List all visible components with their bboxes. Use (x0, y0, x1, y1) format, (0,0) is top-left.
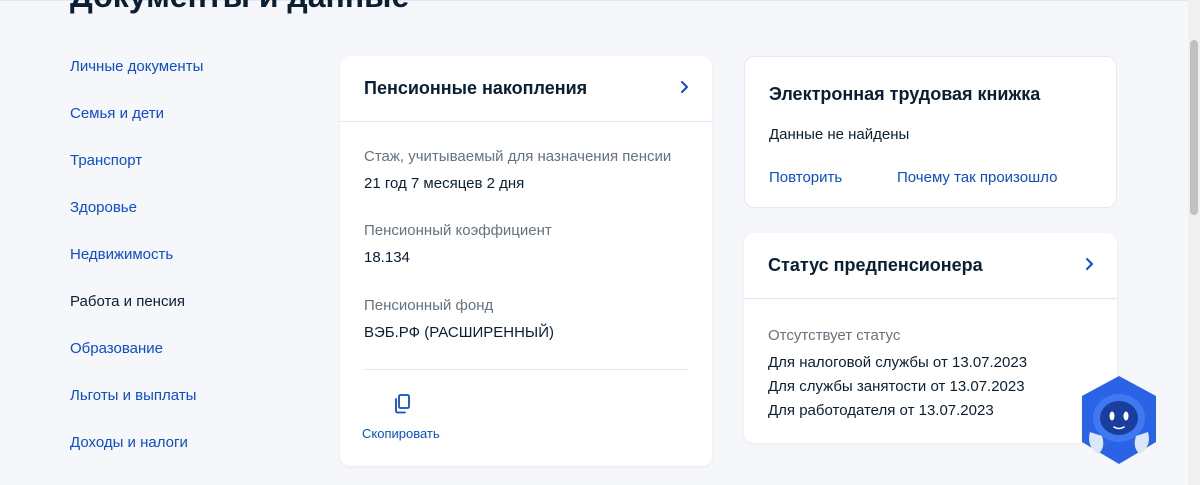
sidebar-nav: Личные документы Семья и дети Транспорт … (70, 58, 310, 481)
prepension-line-employer: Для работодателя от 13.07.2023 (768, 402, 994, 419)
copy-icon (392, 392, 414, 416)
field-label: Пенсионный коэффициент (364, 222, 552, 239)
chevron-right-icon[interactable] (1083, 255, 1097, 273)
pension-savings-card: Пенсионные накопления Стаж, учитываемый … (340, 56, 712, 466)
prepension-card-header[interactable]: Статус предпенсионера (744, 233, 1117, 299)
pension-field-fund: Пенсионный фонд ВЭБ.РФ (РАСШИРЕННЫЙ) (364, 297, 554, 341)
pension-card-divider (364, 369, 688, 370)
chevron-right-icon[interactable] (678, 78, 692, 96)
copy-button-label: Скопировать (362, 426, 440, 441)
scrollbar-track[interactable] (1188, 0, 1200, 485)
viewport: Документы и данные Личные документы Семь… (0, 0, 1188, 485)
pension-field-experience: Стаж, учитываемый для назначения пенсии … (364, 148, 671, 192)
sidebar-item-personal-documents[interactable]: Личные документы (70, 58, 310, 105)
pension-card-title: Пенсионные накопления (364, 78, 588, 98)
prepension-status-body: Отсутствует статус Для налоговой службы … (768, 327, 1027, 420)
field-value: 21 год 7 месяцев 2 дня (364, 175, 525, 192)
field-label: Пенсионный фонд (364, 297, 494, 314)
copy-button[interactable]: Скопировать (362, 392, 452, 441)
pension-card-header[interactable]: Пенсионные накопления (340, 56, 712, 122)
sidebar-item-work-pension[interactable]: Работа и пенсия (70, 293, 310, 340)
work-book-status: Данные не найдены (769, 126, 910, 143)
sidebar-item-family-children[interactable]: Семья и дети (70, 105, 310, 152)
work-book-title: Электронная трудовая книжка (769, 84, 1041, 104)
field-label: Стаж, учитываемый для назначения пенсии (364, 148, 672, 165)
sidebar-item-health[interactable]: Здоровье (70, 199, 310, 246)
prepension-status-card: Статус предпенсионера Отсутствует статус… (744, 233, 1117, 443)
sidebar-item-income-taxes[interactable]: Доходы и налоги (70, 434, 310, 481)
scrollbar-thumb[interactable] (1190, 40, 1198, 215)
prepension-status-label: Отсутствует статус (768, 327, 901, 344)
retry-link[interactable]: Повторить (769, 169, 842, 186)
work-book-card: Электронная трудовая книжка Данные не на… (744, 56, 1117, 208)
prepension-line-employment: Для службы занятости от 13.07.2023 (768, 378, 1025, 395)
prepension-card-title: Статус предпенсионера (768, 255, 983, 275)
sidebar-item-benefits[interactable]: Льготы и выплаты (70, 387, 310, 434)
why-happened-link[interactable]: Почему так произошло (897, 169, 1057, 186)
field-value: 18.134 (364, 249, 410, 266)
prepension-line-tax: Для налоговой службы от 13.07.2023 (768, 354, 1028, 371)
sidebar-item-real-estate[interactable]: Недвижимость (70, 246, 310, 293)
page-title: Документы и данные (70, 0, 409, 15)
sidebar-item-education[interactable]: Образование (70, 340, 310, 387)
robot-assistant-icon[interactable] (1076, 374, 1162, 466)
pension-field-coefficient: Пенсионный коэффициент 18.134 (364, 222, 552, 266)
field-value: ВЭБ.РФ (РАСШИРЕННЫЙ) (364, 324, 554, 341)
sidebar-item-transport[interactable]: Транспорт (70, 152, 310, 199)
